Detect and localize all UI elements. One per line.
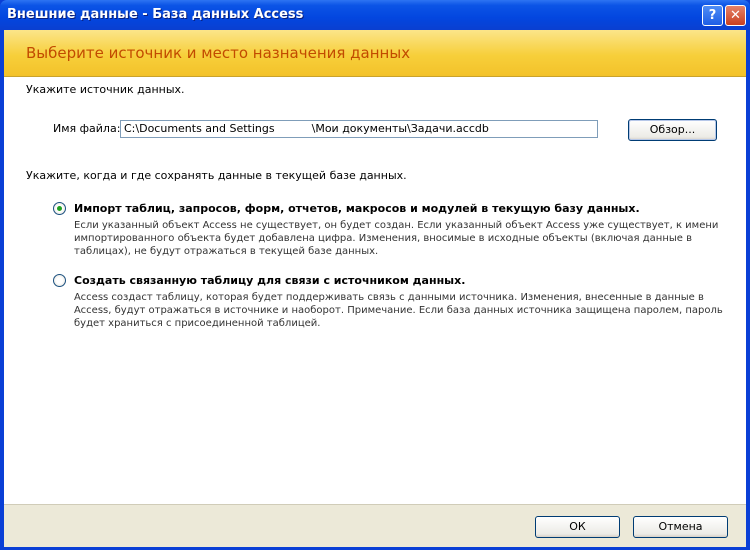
link-option-label[interactable]: Создать связанную таблицу для связи с ис… (74, 274, 465, 287)
source-heading: Укажите источник данных. (26, 83, 185, 96)
destination-heading: Укажите, когда и где сохранять данные в … (26, 169, 407, 182)
help-icon: ? (708, 8, 717, 23)
close-button[interactable]: ✕ (725, 5, 746, 26)
help-button[interactable]: ? (702, 5, 723, 26)
radio-selected-dot (57, 206, 62, 211)
ok-button[interactable]: ОК (535, 516, 620, 538)
import-desc-line: Если указанный объект Access не существу… (74, 220, 719, 231)
cancel-button[interactable]: Отмена (633, 516, 728, 538)
banner-title: Выберите источник и место назначения дан… (26, 44, 411, 62)
header-banner: Выберите источник и место назначения дан… (4, 30, 746, 77)
link-desc-line: Access создаст таблицу, которая будет по… (74, 292, 704, 303)
browse-button-label: Обзор... (649, 123, 696, 136)
window-title: Внешние данные - База данных Access (7, 7, 304, 22)
cancel-button-label: Отмена (658, 520, 703, 533)
dialog-client: Выберите источник и место назначения дан… (4, 30, 746, 547)
link-radio[interactable] (53, 274, 66, 287)
import-desc-line: импортированного объекта будет добавлена… (74, 233, 692, 244)
file-name-input[interactable]: C:\Documents and Settings \Мои документы\… (120, 120, 598, 138)
close-icon: ✕ (730, 8, 741, 23)
link-desc-line: Access, будут отражаться в источнике и н… (74, 305, 723, 316)
ok-button-label: ОК (569, 520, 586, 533)
file-name-label: Имя файла: (53, 122, 121, 135)
dialog-window: Внешние данные - База данных Access ? ✕ … (0, 0, 750, 550)
import-radio[interactable] (53, 202, 66, 215)
file-path-start: C:\Documents and Settings (124, 122, 275, 135)
file-path-end: \Мои документы\Задачи.accdb (311, 122, 489, 135)
browse-button[interactable]: Обзор... (628, 119, 717, 141)
content-panel: Укажите источник данных. Имя файла: C:\D… (4, 77, 746, 504)
import-option-description: Если указанный объект Access не существу… (74, 219, 719, 258)
link-desc-line: будет храниться с присоединенной таблице… (74, 318, 321, 329)
import-option-label[interactable]: Импорт таблиц, запросов, форм, отчетов, … (74, 202, 640, 215)
title-bar[interactable]: Внешние данные - База данных Access ? ✕ (0, 0, 750, 30)
link-option-description: Access создаст таблицу, которая будет по… (74, 291, 723, 330)
import-desc-line: таблицах), не будут отражаться в текущей… (74, 246, 379, 257)
